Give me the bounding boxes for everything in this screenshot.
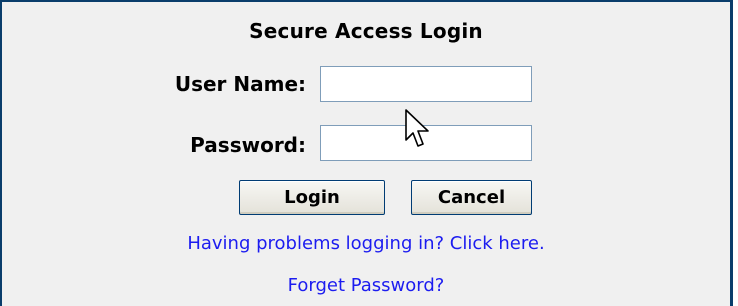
username-input[interactable] xyxy=(320,66,532,102)
login-button[interactable]: Login xyxy=(239,180,385,215)
forgot-password-link[interactable]: Forget Password? xyxy=(2,275,730,296)
mouse-pointer-icon xyxy=(405,109,429,147)
login-title: Secure Access Login xyxy=(249,19,483,43)
login-help-link[interactable]: Having problems logging in? Click here. xyxy=(2,233,730,254)
password-label: Password: xyxy=(190,133,306,157)
cancel-button[interactable]: Cancel xyxy=(411,180,532,215)
login-panel: Secure Access Login User Name: Password:… xyxy=(0,0,733,306)
username-label: User Name: xyxy=(174,72,306,96)
